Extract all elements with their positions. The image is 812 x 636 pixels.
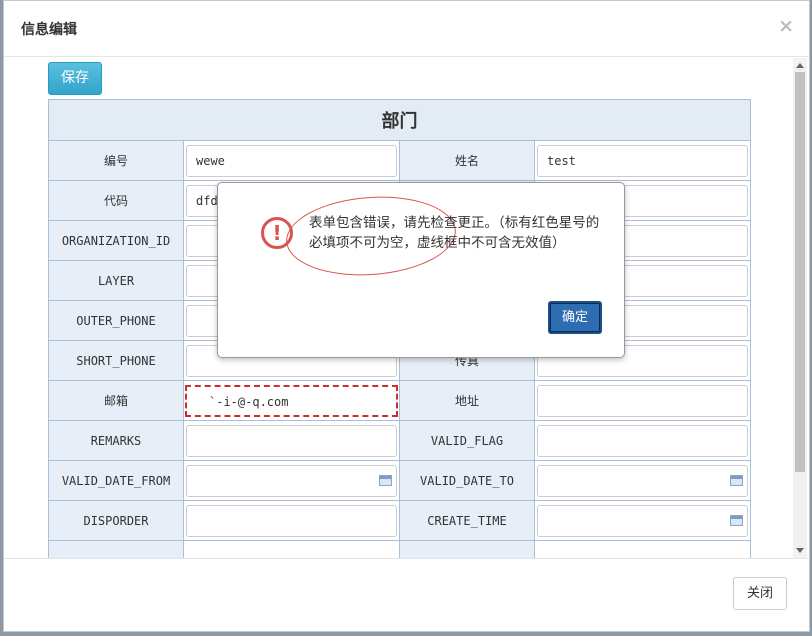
field-cell	[534, 540, 751, 558]
field-label	[48, 540, 184, 558]
remarks-field[interactable]	[186, 424, 397, 457]
section-title: 部门	[48, 99, 751, 141]
address-field[interactable]	[537, 384, 748, 417]
field-label	[399, 540, 535, 558]
error-alert-dialog: ! 表单包含错误，请先检查更正。（标有红色星号的必填项不可为空，虚线框中不可含无…	[217, 182, 625, 358]
valid-date-from-field[interactable]	[186, 464, 397, 497]
create-time-field[interactable]	[537, 504, 748, 537]
field-label: DISPORDER	[48, 500, 184, 541]
calendar-icon[interactable]	[379, 474, 392, 486]
confirm-button[interactable]: 确定	[548, 301, 602, 334]
calendar-icon[interactable]	[730, 514, 743, 526]
field-label: 代码	[48, 180, 184, 221]
field-label: 姓名	[399, 140, 535, 181]
field-label: LAYER	[48, 260, 184, 301]
field-label: 编号	[48, 140, 184, 181]
dialog-title: 信息编辑	[21, 22, 77, 38]
field-label: ORGANIZATION_ID	[48, 220, 184, 261]
email-field[interactable]: `-i-@-q.com	[185, 384, 398, 417]
dialog-header: 信息编辑 ×	[4, 1, 809, 57]
scroll-down-icon[interactable]	[796, 548, 804, 553]
field-label: SHORT_PHONE	[48, 340, 184, 381]
vertical-scrollbar[interactable]	[793, 58, 807, 558]
valid-date-to-field[interactable]	[537, 464, 748, 497]
field-label: VALID_FLAG	[399, 420, 535, 461]
close-button[interactable]: 关闭	[733, 577, 787, 610]
calendar-icon[interactable]	[730, 474, 743, 486]
field-label: REMARKS	[48, 420, 184, 461]
disporder-field[interactable]	[186, 504, 397, 537]
name-field[interactable]: test	[537, 144, 748, 177]
valid-flag-field[interactable]	[537, 424, 748, 457]
field-cell	[183, 540, 400, 558]
save-button[interactable]: 保存	[48, 62, 102, 95]
close-icon[interactable]: ×	[778, 15, 794, 37]
footer-divider	[4, 558, 809, 559]
field-label: 地址	[399, 380, 535, 421]
field-label: CREATE_TIME	[399, 500, 535, 541]
scroll-up-icon[interactable]	[796, 63, 804, 68]
id-field[interactable]: wewe	[186, 144, 397, 177]
alert-message: 表单包含错误，请先检查更正。（标有红色星号的必填项不可为空，虚线框中不可含无效值…	[309, 215, 600, 251]
field-label: VALID_DATE_FROM	[48, 460, 184, 501]
field-label: VALID_DATE_TO	[399, 460, 535, 501]
field-label: 邮箱	[48, 380, 184, 421]
field-label: OUTER_PHONE	[48, 300, 184, 341]
scrollbar-thumb[interactable]	[795, 72, 805, 472]
